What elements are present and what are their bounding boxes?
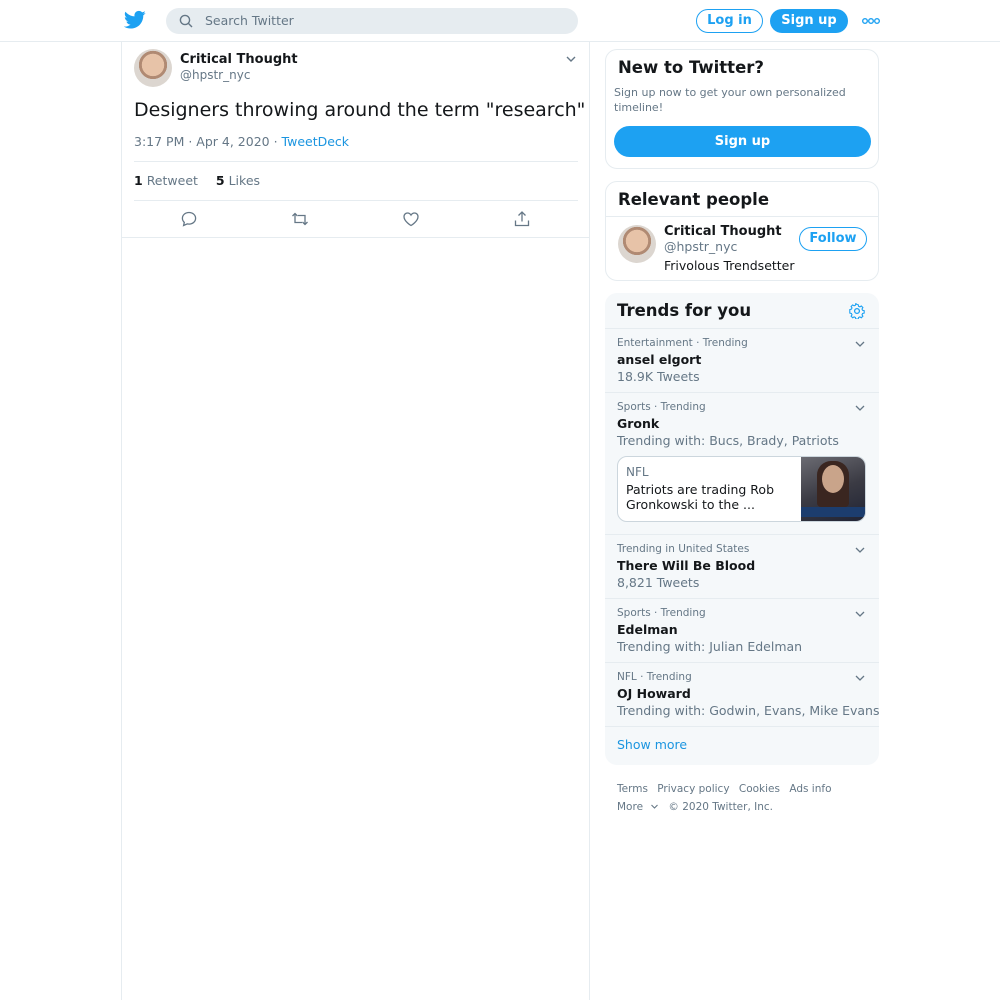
chevron-down-icon[interactable] — [854, 609, 866, 619]
trend-name: Edelman — [617, 622, 678, 637]
avatar[interactable] — [134, 49, 172, 87]
gear-icon[interactable] — [849, 303, 865, 319]
trend-meta: NFL · Trending — [617, 671, 692, 683]
footer-more-menu[interactable]: More — [617, 801, 659, 813]
relevant-person-bio: Frivolous Trendsetter — [664, 258, 795, 273]
chevron-down-icon[interactable] — [565, 54, 577, 64]
trend-related: Trending with: Bucs, Brady, Patriots — [617, 433, 839, 448]
follow-button[interactable]: Follow — [799, 227, 867, 251]
retweet-icon[interactable] — [291, 210, 309, 228]
news-card[interactable]: NFL Patriots are trading Rob Gronkowski … — [617, 456, 866, 522]
trend-item[interactable]: Entertainment · Trending ansel elgort 18… — [605, 328, 879, 392]
like-icon[interactable] — [402, 210, 420, 228]
trend-name: Gronk — [617, 416, 660, 431]
trend-name: ansel elgort — [617, 352, 702, 367]
more-dots-icon[interactable] — [862, 14, 880, 28]
divider — [606, 216, 878, 217]
search-box[interactable]: Search Twitter — [166, 8, 578, 34]
signup-button[interactable]: Sign up — [770, 9, 848, 33]
trend-meta: Trending in United States — [617, 543, 750, 555]
chevron-down-icon[interactable] — [854, 339, 866, 349]
news-source: NFL — [626, 465, 649, 479]
footer: Terms Privacy policy Cookies Ads info Mo… — [617, 780, 877, 816]
card-title: New to Twitter? — [618, 58, 764, 77]
trend-name: OJ Howard — [617, 686, 691, 701]
trends-card: Trends for you Entertainment · Trending … — [605, 293, 879, 765]
main-column: Critical Thought @hpstr_nyc Designers th… — [121, 42, 590, 1000]
news-thumbnail — [801, 457, 865, 521]
trend-item[interactable]: Sports · Trending Edelman Trending with:… — [605, 598, 879, 662]
trend-item[interactable]: Sports · Trending Gronk Trending with: B… — [605, 392, 879, 534]
tweet-meta: 3:17 PM · Apr 4, 2020 · TweetDeck — [134, 134, 349, 149]
tweet-text: Designers throwing around the term "rese… — [134, 99, 586, 121]
search-input[interactable]: Search Twitter — [205, 13, 294, 28]
top-bar: Search Twitter Log in Sign up — [0, 0, 1000, 42]
avatar[interactable] — [618, 225, 656, 263]
trend-tweet-count: 18.9K Tweets — [617, 369, 700, 384]
trend-meta: Entertainment · Trending — [617, 337, 748, 349]
chevron-down-icon[interactable] — [854, 673, 866, 683]
card-title: Trends for you — [617, 301, 752, 320]
trend-meta: Sports · Trending — [617, 607, 706, 619]
card-title: Relevant people — [618, 190, 770, 209]
copyright: © 2020 Twitter, Inc. — [668, 801, 774, 813]
footer-link-privacy[interactable]: Privacy policy — [657, 783, 729, 795]
footer-link-cookies[interactable]: Cookies — [739, 783, 780, 795]
trend-item[interactable]: Trending in United States There Will Be … — [605, 534, 879, 598]
signup-card-button[interactable]: Sign up — [614, 126, 871, 157]
footer-link-ads-info[interactable]: Ads info — [789, 783, 831, 795]
trend-tweet-count: 8,821 Tweets — [617, 575, 700, 590]
trend-name: There Will Be Blood — [617, 558, 756, 573]
tweet-author-name[interactable]: Critical Thought — [180, 52, 298, 67]
trend-item[interactable]: NFL · Trending OJ Howard Trending with: … — [605, 662, 879, 726]
search-icon — [179, 14, 193, 28]
trend-related: Trending with: Godwin, Evans, Mike Evans — [617, 703, 879, 718]
chevron-down-icon[interactable] — [854, 545, 866, 555]
login-button[interactable]: Log in — [696, 9, 763, 33]
news-headline: Patriots are trading Rob Gronkowski to t… — [626, 482, 775, 512]
share-icon[interactable] — [513, 210, 531, 228]
card-description: Sign up now to get your own personalized… — [614, 86, 846, 114]
trend-meta: Sports · Trending — [617, 401, 706, 413]
tweet-actions — [122, 200, 589, 238]
twitter-bird-icon[interactable] — [124, 10, 146, 30]
tweet-author-handle[interactable]: @hpstr_nyc — [180, 68, 250, 82]
divider — [134, 161, 578, 162]
tweet-stats: 1 Retweet 5 Likes — [134, 173, 260, 188]
trend-related: Trending with: Julian Edelman — [617, 639, 803, 654]
relevant-person-name[interactable]: Critical Thought — [664, 224, 782, 239]
like-stat[interactable]: 5 Likes — [216, 173, 260, 188]
chevron-down-icon — [651, 804, 658, 809]
retweet-stat[interactable]: 1 Retweet — [134, 173, 198, 188]
reply-icon[interactable] — [180, 210, 198, 228]
tweet-source-link[interactable]: TweetDeck — [282, 134, 350, 149]
relevant-people-card: Relevant people Critical Thought @hpstr_… — [605, 181, 879, 281]
footer-link-terms[interactable]: Terms — [617, 783, 648, 795]
chevron-down-icon[interactable] — [854, 403, 866, 413]
show-more-link[interactable]: Show more — [617, 737, 687, 752]
tweet-timestamp[interactable]: 3:17 PM · Apr 4, 2020 · — [134, 134, 282, 149]
new-to-twitter-card: New to Twitter? Sign up now to get your … — [605, 49, 879, 169]
relevant-person-handle[interactable]: @hpstr_nyc — [664, 239, 737, 254]
